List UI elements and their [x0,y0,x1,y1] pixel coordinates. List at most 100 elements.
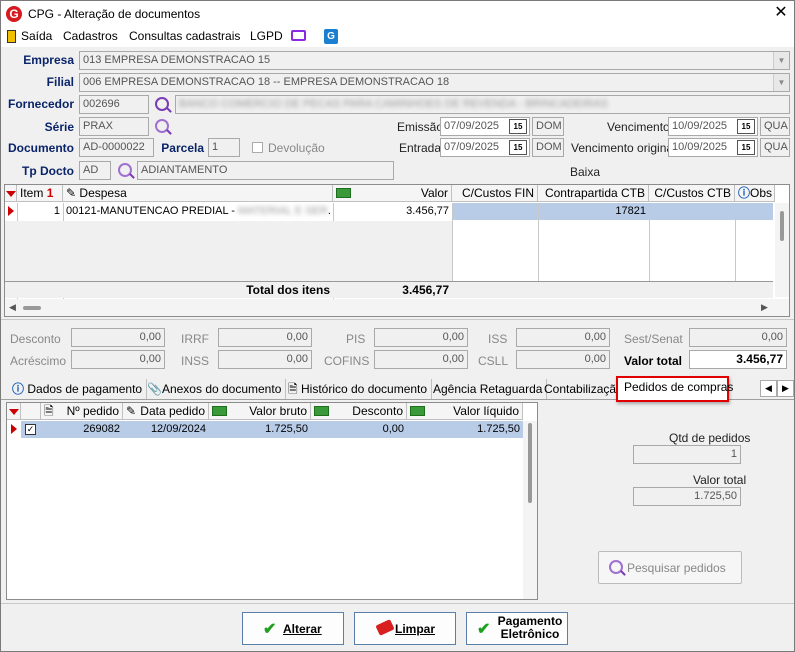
cell-valor: 3.456,77 [406,205,449,217]
scroll-left-icon[interactable]: ◀ [9,302,16,313]
scroll-right-icon[interactable]: ▶ [761,302,768,313]
vertical-scrollbar[interactable] [523,421,537,599]
cell-desconto: 0,00 [382,423,404,435]
scroll-thumb[interactable] [780,211,784,241]
money-icon [336,188,351,198]
app-shortcut-icon[interactable]: G [324,29,338,44]
cofins-label: COFINS [324,354,370,368]
calendar-icon[interactable]: 15 [737,119,755,134]
tpdocto-code-field[interactable]: AD [79,161,111,180]
entrada-weekday: DOM [532,138,564,157]
qtd-pedidos-label: Qtd de pedidos [669,431,751,445]
inss-field: 0,00 [218,350,312,369]
filial-select[interactable]: 006 EMPRESA DEMONSTRACAO 18 -- EMPRESA D… [79,73,790,92]
alterar-button[interactable]: ✔ Alterar [242,612,344,645]
irrf-field: 0,00 [218,328,312,347]
chevron-down-icon[interactable]: ▼ [773,52,789,69]
tab-dados-pagamento[interactable]: ⓘ Dados de pagamento [8,379,148,399]
eraser-icon [375,619,395,636]
devolucao-checkbox[interactable] [252,142,263,153]
pagamento-eletronico-button[interactable]: ✔ Pagamento Eletrônico [466,612,568,645]
cell-numero: 269082 [83,423,120,435]
cell-item: 1 [53,205,60,217]
search-icon[interactable] [155,97,169,111]
calendar-icon[interactable]: 15 [509,140,527,155]
col-liquido-header[interactable]: Valor líquido [407,403,523,420]
chevron-down-icon[interactable]: ▼ [773,74,789,91]
col-data-header[interactable]: ✎ Data pedido [123,403,209,420]
grid-line [311,421,312,438]
iss-label: ISS [488,332,508,346]
calendar-icon[interactable]: 15 [509,119,527,134]
tab-contabilizacao[interactable]: Contabilização [540,379,628,399]
csll-field: 0,00 [516,350,610,369]
total-items-value: 3.456,77 [402,283,449,297]
check-icon: ✔ [477,621,491,638]
tab-scroll-left-icon[interactable]: ◀ [760,380,777,397]
col-valor-header[interactable]: Valor [333,185,452,202]
baixa-label: Baixa [570,165,601,179]
despesa-tail: . [327,205,331,217]
menu-lgpd[interactable]: LGPD [250,29,283,43]
col-obs-header[interactable]: ⓘObs [735,185,775,202]
col-desconto-header[interactable]: Desconto [311,403,407,420]
vertical-scrollbar[interactable] [775,203,789,297]
col-ccfin-header[interactable]: C/Custos FIN [452,185,538,202]
tab-anexos[interactable]: 📎Anexos do documento [143,379,287,399]
col-despesa-header[interactable]: ✎ Despesa [63,185,333,202]
document-icon: 🗎 [44,404,54,418]
fornecedor-code-field[interactable]: 002696 [79,95,149,114]
menu-saida[interactable]: Saída [21,29,52,43]
pesquisar-pedidos-button[interactable]: Pesquisar pedidos [598,551,742,584]
orders-grid[interactable]: 🗎 Nº pedido ✎ Data pedido Valor bruto Desc… [6,402,538,600]
tab-label: Anexos do documento [161,382,282,396]
tab-label: Dados de pagamento [27,382,143,396]
grid-line [123,421,124,438]
menu-cadastros[interactable]: Cadastros [63,29,118,43]
col-numero-label: Nº pedido [66,404,119,418]
col-item-header[interactable]: Item 1 [17,185,63,202]
search-icon[interactable] [118,163,132,177]
items-grid[interactable]: Item 1 ✎ Despesa Valor C/Custos FIN Cont… [4,184,790,317]
scroll-thumb[interactable] [23,306,41,310]
tab-agencia[interactable]: Agência Retaguarda [429,379,548,399]
monitor-icon[interactable] [291,30,306,41]
cell-data: 12/09/2024 [150,423,206,435]
col-contrapartida-header[interactable]: Contrapartida CTB [538,185,649,202]
row-checkbox[interactable]: ✓ [25,424,36,435]
col-numero-header[interactable]: 🗎 Nº pedido [41,403,123,420]
tab-pedidos-compras[interactable]: Pedidos de compras [620,377,737,397]
money-icon [212,406,227,416]
inss-label: INSS [181,354,210,368]
acrescimo-field: 0,00 [71,350,165,369]
valor-total-pedidos-label: Valor total [693,473,747,487]
limpar-button[interactable]: Limpar [354,612,456,645]
parcela-field[interactable]: 1 [208,138,240,157]
grid-line [538,203,539,281]
venc-original-weekday: QUA [760,138,790,157]
documento-field[interactable]: AD-0000022 [79,138,154,157]
tab-historico[interactable]: 🗎 Histórico do documento [284,379,433,399]
empresa-select[interactable]: 013 EMPRESA DEMONSTRACAO 15 [79,51,790,70]
fornecedor-name-blurred: BANCO COMERCIO DE PECAS PARA CAMINHOES D… [179,98,608,110]
app-logo-icon: G [6,6,22,22]
tpdocto-name-field: ADIANTAMENTO [137,161,394,180]
tab-label: Histórico do documento [301,382,428,396]
acrescimo-label: Acréscimo [10,354,67,368]
tab-scroll-right-icon[interactable]: ▶ [777,380,794,397]
calendar-icon[interactable]: 15 [737,140,755,155]
menu-consultas[interactable]: Consultas cadastrais [129,29,240,43]
col-bruto-header[interactable]: Valor bruto [209,403,311,420]
scroll-thumb[interactable] [528,423,532,503]
sort-down-icon [6,191,16,197]
serie-field[interactable]: PRAX [79,117,149,136]
menu-bar: Saída Cadastros Consultas cadastrais LGP… [1,27,794,47]
valor-total-label: Valor total [624,354,683,368]
col-desconto-label: Desconto [352,404,403,418]
search-icon[interactable] [155,119,169,133]
col-ccctb-header[interactable]: C/Custos CTB [649,185,735,202]
info-icon: ⓘ [738,186,751,200]
col-data-label: Data pedido [140,404,205,418]
close-icon[interactable]: ✕ [771,3,791,23]
horizontal-scrollbar[interactable]: ◀ ▶ [5,299,789,316]
